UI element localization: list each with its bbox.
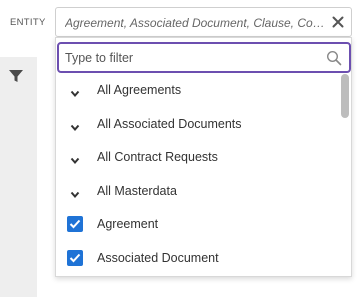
option-all-masterdata[interactable]: All Masterdata — [56, 174, 338, 208]
filter-input-wrapper — [57, 42, 351, 73]
checkbox-checked-icon[interactable] — [67, 216, 83, 232]
checkbox-checked-icon[interactable] — [67, 249, 83, 266]
filter-input[interactable] — [65, 49, 315, 67]
option-label: All Associated Documents — [97, 116, 242, 131]
chevron-down-icon[interactable] — [70, 85, 80, 98]
option-label: All Agreements — [97, 83, 182, 97]
option-all-associated-documents[interactable]: All Associated Documents — [56, 107, 338, 141]
search-icon[interactable] — [326, 50, 342, 66]
chevron-down-icon[interactable] — [70, 152, 80, 165]
option-label: All Contract Requests — [97, 150, 218, 164]
entity-select[interactable]: Agreement, Associated Document, Clause, … — [55, 7, 352, 37]
chevron-down-icon[interactable] — [70, 186, 80, 198]
funnel-icon[interactable] — [8, 68, 24, 84]
option-agreement[interactable]: Agreement — [56, 207, 338, 241]
option-label: Agreement — [97, 217, 159, 231]
chevron-down-icon[interactable] — [70, 119, 80, 131]
close-icon[interactable] — [331, 15, 345, 29]
option-associated-document[interactable]: Associated Document — [56, 241, 338, 275]
entity-dropdown-panel: All Agreements All Associated Documents … — [55, 37, 352, 277]
entity-label: ENTITY — [10, 17, 46, 28]
options-list: All Agreements All Associated Documents … — [56, 73, 338, 274]
option-all-contract-requests[interactable]: All Contract Requests — [56, 140, 338, 174]
dropdown-scrollbar[interactable] — [341, 74, 349, 118]
option-label: Associated Document — [97, 250, 219, 265]
left-sidebar — [0, 57, 37, 297]
option-label: All Masterdata — [97, 183, 177, 198]
entity-value: Agreement, Associated Document, Clause, … — [65, 16, 327, 30]
option-all-agreements[interactable]: All Agreements — [56, 73, 338, 107]
